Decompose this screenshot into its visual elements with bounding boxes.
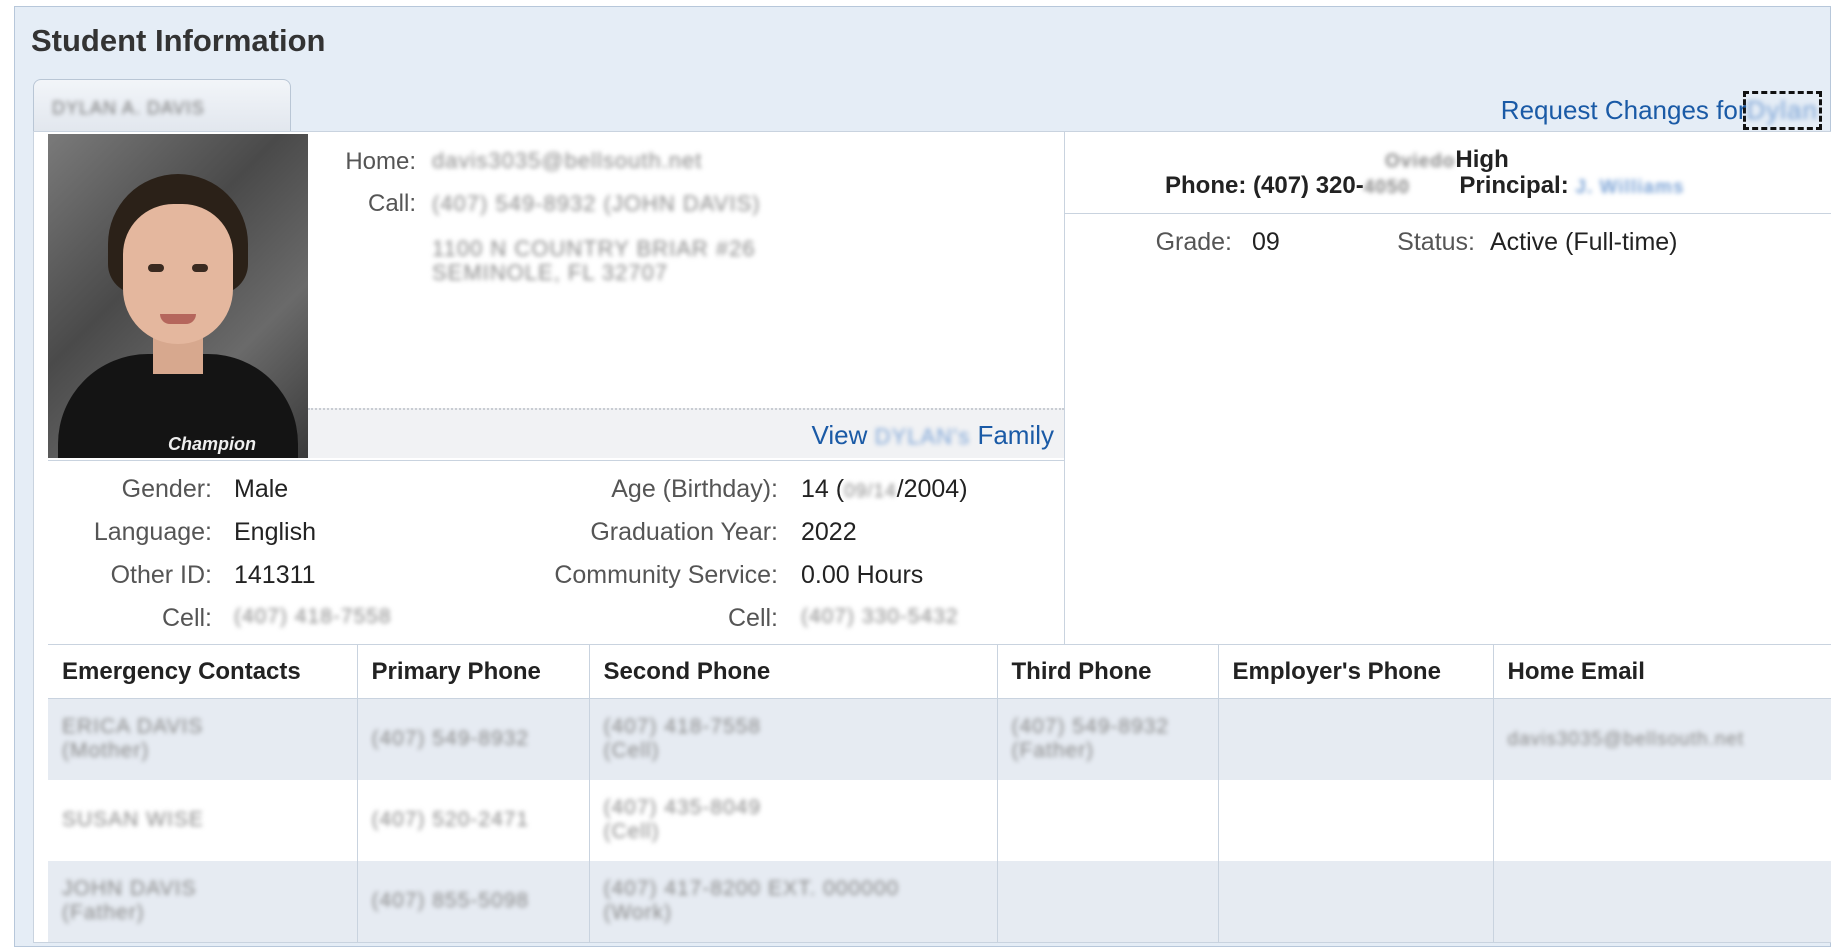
cell2-label: Cell: [727, 604, 778, 632]
call-label: Call: [367, 190, 416, 217]
second-phone-cell: (407) 417-8200 EXT. 000000 (Work) [589, 860, 998, 942]
grade-value: 09 [1252, 228, 1280, 256]
age-value: 14 (09/14/2004) [801, 475, 968, 503]
request-changes-link[interactable]: Request Changes forDylan [1500, 91, 1823, 130]
contact-name-cell: JOHN DAVIS (Father) [48, 860, 358, 942]
contact-name-cell: ERICA DAVIS (Mother) [48, 698, 358, 780]
cell-value: (407) 418-7558 [234, 605, 392, 628]
student-panel: Champion Home: davis3035@bellsouth.net C… [33, 131, 1831, 943]
col-second-phone: Second Phone [589, 644, 998, 699]
employers-phone-cell [1218, 698, 1494, 780]
principal-label: Principal: [1459, 172, 1569, 199]
tab-student[interactable]: DYLAN A. DAVIS [33, 79, 291, 131]
home-email-cell [1493, 779, 1831, 861]
student-photo: Champion [48, 134, 308, 458]
cell-label: Cell: [161, 604, 212, 632]
primary-phone-cell: (407) 855-5098 [357, 860, 590, 942]
third-phone-cell [997, 779, 1219, 861]
address-line-2: SEMINOLE, FL 32707 [432, 260, 669, 285]
home-email-cell [1493, 860, 1831, 942]
third-phone-cell: (407) 549-8932 (Father) [997, 698, 1219, 780]
cell2-value: (407) 330-5432 [801, 605, 959, 628]
view-family-name: DYLAN's [874, 424, 971, 449]
school-name: OviedoHigh [1385, 146, 1509, 173]
view-family-label: Family [977, 420, 1054, 450]
employers-phone-cell [1218, 779, 1494, 861]
contact-info: Home: davis3035@bellsouth.net Call: (407… [308, 134, 1064, 408]
table-row: ERICA DAVIS (Mother) (407) 549-8932 (407… [48, 698, 1831, 780]
graduation-year-value: 2022 [801, 518, 857, 546]
second-phone-cell: (407) 435-8049 (Cell) [589, 779, 998, 861]
other-id-value: 141311 [234, 561, 316, 589]
primary-phone-cell: (407) 549-8932 [357, 698, 590, 780]
principal-link[interactable]: J. Williams [1575, 177, 1684, 199]
gender-value: Male [234, 475, 289, 503]
address-line-1: 1100 N COUNTRY BRIAR #26 [432, 236, 756, 261]
other-id-label: Other ID: [110, 561, 212, 589]
age-label: Age (Birthday): [611, 475, 778, 503]
language-label: Language: [93, 518, 212, 546]
table-header-row: Emergency Contacts Primary Phone Second … [48, 644, 1831, 699]
third-phone-cell [997, 860, 1219, 942]
request-changes-name-focus: Dylan [1742, 91, 1823, 130]
school-header: OviedoHigh Phone: (407) 320-4050 Princip… [1065, 132, 1831, 214]
col-employers-phone: Employer's Phone [1218, 644, 1494, 699]
language-value: English [234, 518, 316, 546]
primary-phone-cell: (407) 520-2471 [357, 779, 590, 861]
home-email[interactable]: davis3035@bellsouth.net [432, 148, 702, 174]
student-details: Gender: Male Language: English Other ID:… [48, 460, 1064, 643]
table-row: JOHN DAVIS (Father) (407) 855-5098 (407)… [48, 860, 1831, 942]
home-email-cell[interactable]: davis3035@bellsouth.net [1493, 698, 1831, 780]
community-service-value: 0.00 Hours [801, 561, 924, 589]
col-emergency-contacts: Emergency Contacts [48, 644, 358, 699]
tab-label: DYLAN A. DAVIS [52, 98, 205, 118]
table-row: SUSAN WISE (407) 520-2471 (407) 435-8049… [48, 779, 1831, 861]
page-title: Student Information [31, 23, 326, 58]
second-phone-cell: (407) 418-7558 (Cell) [589, 698, 998, 780]
view-family-view: View [811, 420, 868, 450]
graduation-year-label: Graduation Year: [590, 518, 778, 546]
request-changes-text: Request Changes for [1500, 95, 1747, 125]
emergency-contacts-table: Emergency Contacts Primary Phone Second … [48, 644, 1831, 942]
view-family-link[interactable]: View DYLAN's Family [308, 408, 1064, 458]
call-value: (407) 549-8932 (JOHN DAVIS) [432, 191, 761, 216]
col-home-email: Home Email [1493, 644, 1831, 699]
school-phone: Phone: (407) 320-4050 Principal: J. Will… [1165, 172, 1685, 199]
request-changes-name: Dylan [1746, 95, 1818, 125]
gender-label: Gender: [121, 475, 212, 503]
employers-phone-cell [1218, 860, 1494, 942]
col-third-phone: Third Phone [997, 644, 1219, 699]
status-label: Status: [1397, 228, 1475, 256]
col-primary-phone: Primary Phone [357, 644, 590, 699]
contact-name-cell: SUSAN WISE [48, 779, 358, 861]
student-info-window: Student Information DYLAN A. DAVIS Reque… [14, 6, 1831, 947]
home-label: Home: [345, 148, 416, 175]
status-value: Active (Full-time) [1490, 228, 1678, 256]
community-service-label: Community Service: [554, 561, 778, 589]
grade-label: Grade: [1155, 228, 1232, 256]
